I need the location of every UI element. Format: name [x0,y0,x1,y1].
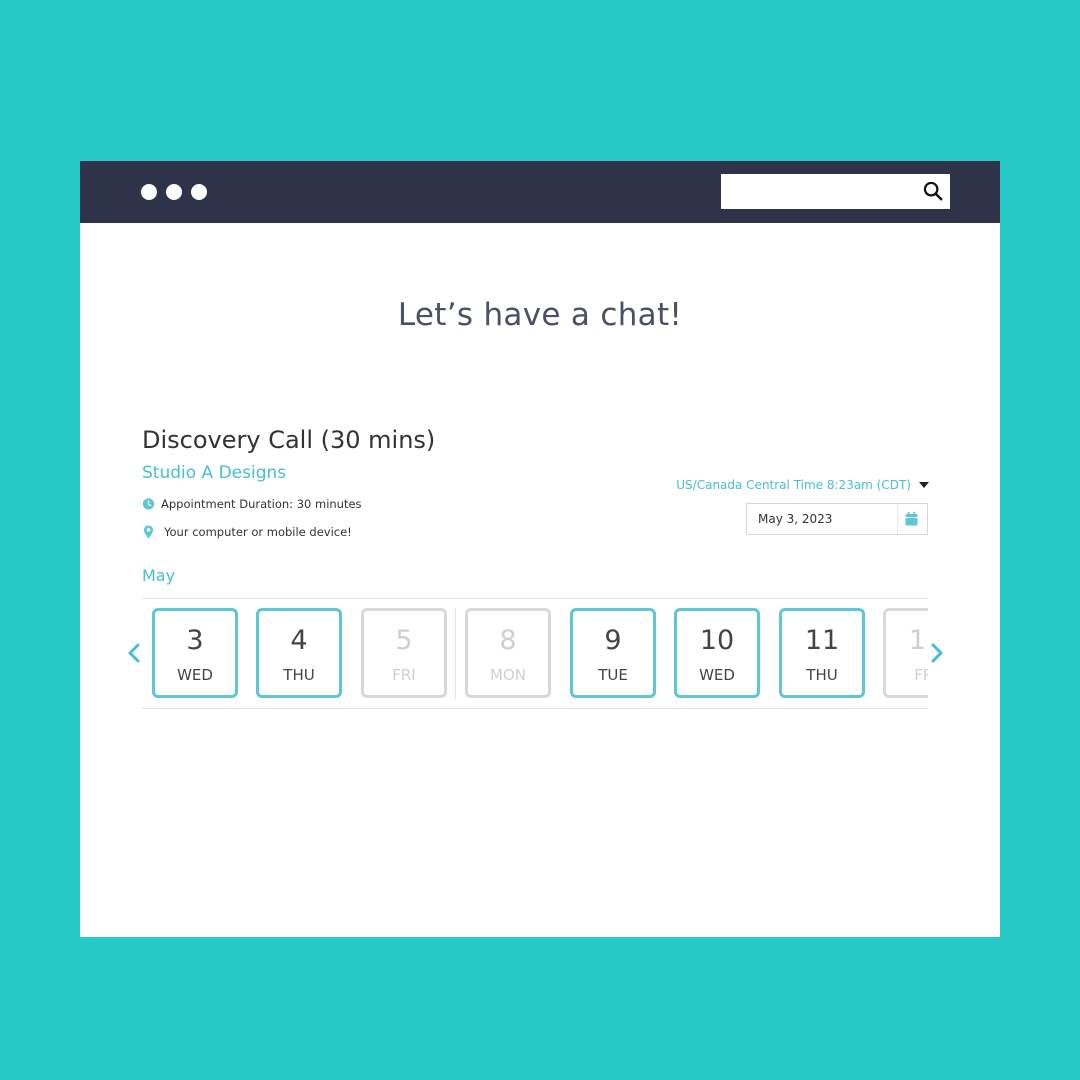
date-picker[interactable]: May 3, 2023 [746,503,928,535]
window-dot-icon [191,184,207,200]
day-weekday: TUE [598,666,628,684]
day-weekday: FRI [392,666,416,684]
day-number: 4 [290,625,308,656]
location-text: Your computer or mobile device! [164,525,352,539]
calendar-icon[interactable] [905,512,918,526]
page-title: Let’s have a chat! [397,297,683,333]
browser-window: Let’s have a chat! Discovery Call (30 mi… [80,161,1000,937]
window-dot-icon [141,184,157,200]
divider [142,708,928,709]
day-card[interactable]: 11 THU [779,608,865,698]
day-number: 9 [604,625,622,656]
day-number: 11 [804,625,840,656]
appointment-location: Your computer or mobile device! [142,525,352,539]
month-label: May [142,566,176,585]
day-number: 3 [186,625,204,656]
day-number: 10 [699,625,735,656]
day-card: 12 FRI [883,608,928,698]
day-card[interactable]: 10 WED [674,608,760,698]
day-weekday: MON [490,666,526,684]
search-box [721,174,950,209]
timezone-label: US/Canada Central Time 8:23am (CDT) [676,478,911,492]
day-weekday: THU [806,666,838,684]
day-number: 8 [499,625,517,656]
date-picker-divider [897,504,898,534]
day-weekday: FRI [914,666,928,684]
day-weekday: WED [177,666,213,684]
day-number: 5 [395,625,413,656]
timezone-dropdown[interactable]: US/Canada Central Time 8:23am (CDT) [676,478,929,492]
day-weekday: WED [699,666,735,684]
event-title: Discovery Call (30 mins) [142,426,436,454]
map-pin-icon [143,525,154,539]
search-icon[interactable] [922,180,944,202]
appointment-duration: Appointment Duration: 30 minutes [142,497,362,511]
day-card[interactable]: 9 TUE [570,608,656,698]
window-dot-icon [166,184,182,200]
duration-text: Appointment Duration: 30 minutes [161,497,362,511]
day-card[interactable]: 4 THU [256,608,342,698]
day-weekday: THU [283,666,315,684]
day-number: 12 [908,625,928,656]
clock-icon [142,498,155,510]
day-strip: 3 WED 4 THU 5 FRI 8 MON 9 TUE 10 WED 11 … [142,599,928,707]
business-name: Studio A Designs [142,463,287,483]
chevron-right-icon[interactable] [928,640,946,666]
chevron-left-icon[interactable] [125,640,143,666]
day-card[interactable]: 3 WED [152,608,238,698]
day-card: 5 FRI [361,608,447,698]
search-input[interactable] [721,174,911,209]
day-card: 8 MON [465,608,551,698]
browser-titlebar [80,161,1000,223]
date-picker-value: May 3, 2023 [758,512,833,526]
caret-down-icon [919,482,929,488]
